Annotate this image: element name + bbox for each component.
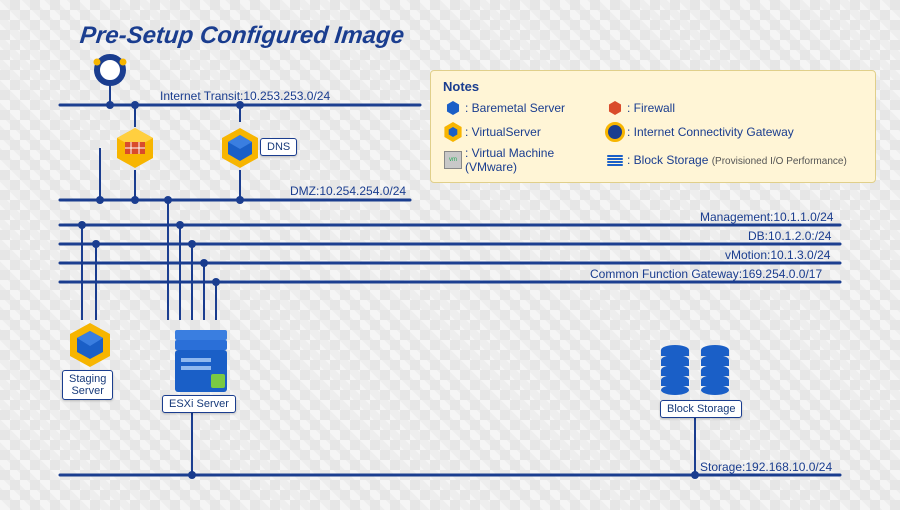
node-block-storage-label: Block Storage	[660, 400, 742, 418]
net-label-internet-transit: Internet Transit:10.253.253.0/24	[160, 89, 330, 103]
legend-title: Notes	[443, 79, 863, 94]
esxi-server-icon	[175, 330, 227, 392]
virtualserver-icon	[443, 122, 463, 142]
net-label-storage: Storage:192.168.10.0/24	[700, 460, 832, 474]
vmware-icon: vm	[443, 150, 463, 170]
legend-block-storage: : Block Storage (Provisioned I/O Perform…	[627, 153, 863, 167]
firewall-icon-legend	[605, 98, 625, 118]
net-label-dmz: DMZ:10.254.254.0/24	[290, 184, 406, 198]
net-label-management: Management:10.1.1.0/24	[700, 210, 834, 224]
node-esxi-label: ESXi Server	[162, 395, 236, 413]
firewall-icon	[117, 128, 153, 168]
baremetal-icon	[443, 98, 463, 118]
node-staging-label: Staging Server	[62, 370, 113, 400]
block-storage-icon	[661, 345, 729, 395]
legend-panel: Notes : Baremetal Server : Firewall : Vi…	[430, 70, 876, 183]
legend-icg: : Internet Connectivity Gateway	[627, 125, 863, 139]
node-dns-label: DNS	[260, 138, 297, 156]
net-label-cfg: Common Function Gateway:169.254.0.0/17	[590, 267, 822, 281]
staging-server-icon	[70, 323, 110, 367]
block-storage-icon-legend	[605, 150, 625, 170]
legend-firewall: : Firewall	[627, 101, 863, 115]
legend-virtualserver: : VirtualServer	[465, 125, 605, 139]
gateway-icon	[94, 57, 127, 83]
net-label-db: DB:10.1.2.0:/24	[748, 229, 832, 243]
net-label-vmotion: vMotion:10.1.3.0/24	[725, 248, 831, 262]
dns-icon	[222, 128, 258, 168]
legend-vmware: : Virtual Machine (VMware)	[465, 146, 605, 174]
icg-icon	[605, 122, 625, 142]
legend-baremetal: : Baremetal Server	[465, 101, 605, 115]
